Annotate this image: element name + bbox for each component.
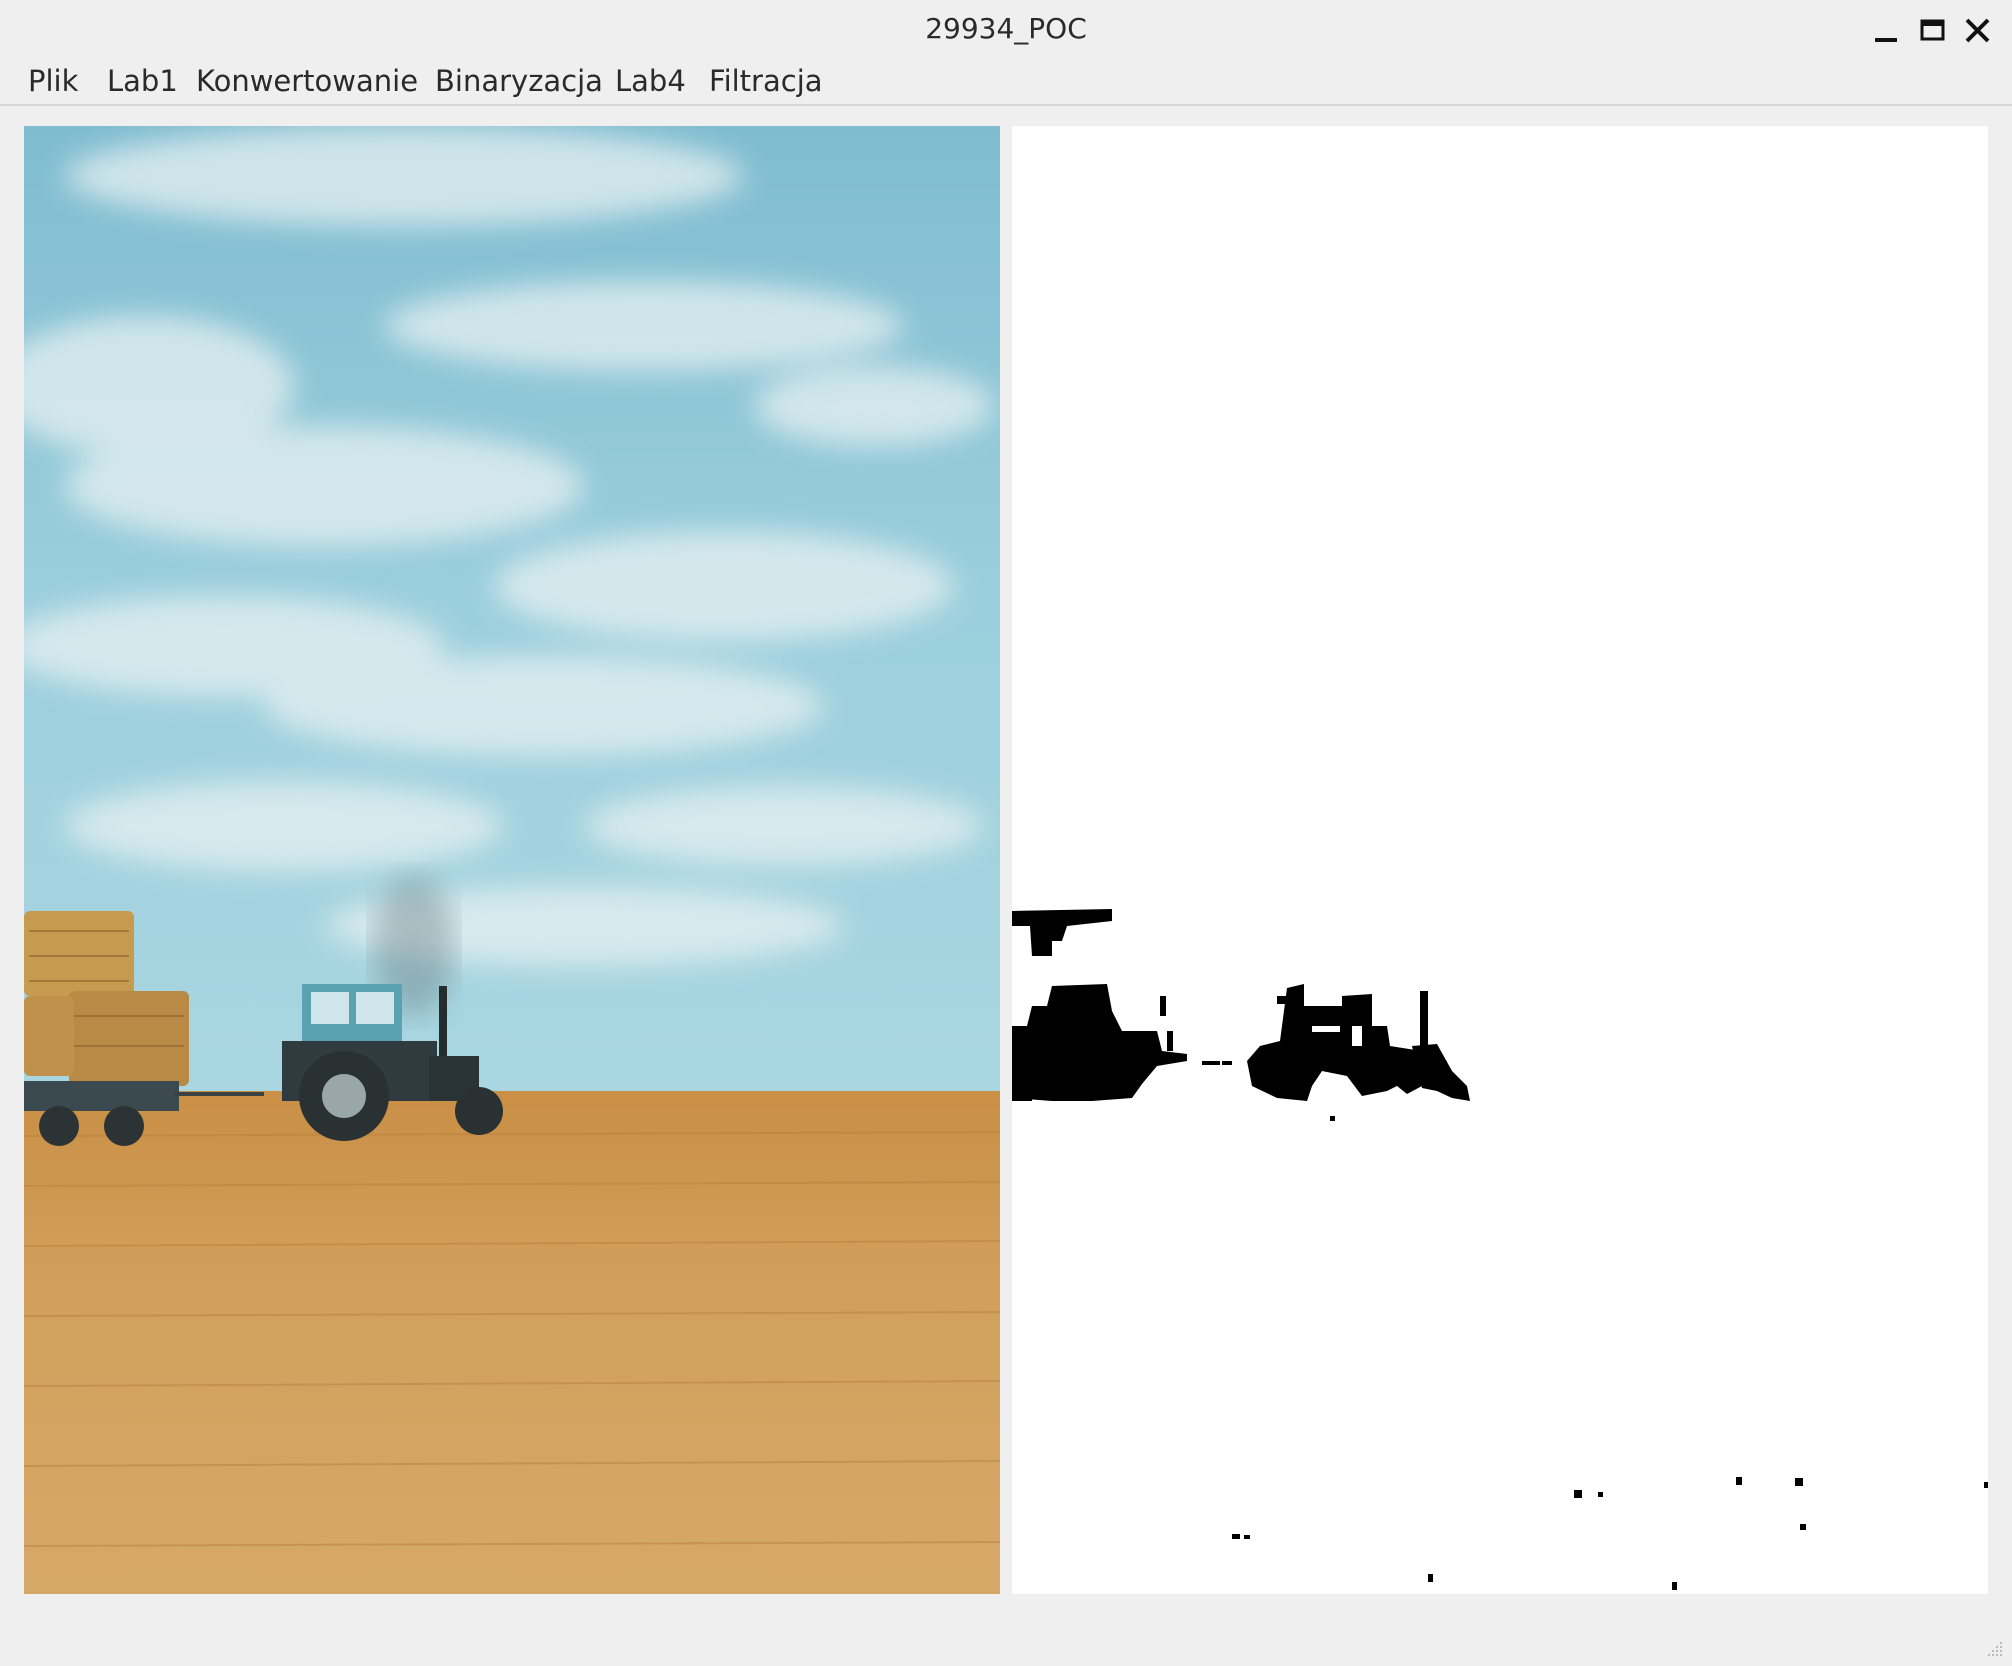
resize-grip-icon[interactable] <box>1984 1638 2004 1658</box>
menu-item-filtracja[interactable]: Filtracja <box>707 64 825 98</box>
menu-item-konwertowanie[interactable]: Konwertowanie <box>194 64 420 98</box>
menu-bar: Plik Lab1 Konwertowanie Binaryzacja Lab4… <box>0 62 2012 106</box>
title-bar: 29934_POC <box>0 0 2012 62</box>
window-title: 29934_POC <box>925 12 1087 45</box>
menu-item-lab4[interactable]: Lab4 <box>613 64 688 98</box>
menu-item-binaryzacja[interactable]: Binaryzacja <box>433 64 605 98</box>
menu-item-plik[interactable]: Plik <box>26 64 80 98</box>
original-image <box>24 126 1000 1594</box>
menu-item-lab1[interactable]: Lab1 <box>105 64 180 98</box>
minimize-icon[interactable] <box>1870 14 1904 48</box>
close-icon[interactable] <box>1961 14 1995 48</box>
maximize-icon[interactable] <box>1916 14 1950 48</box>
binarized-image <box>1012 126 1988 1594</box>
